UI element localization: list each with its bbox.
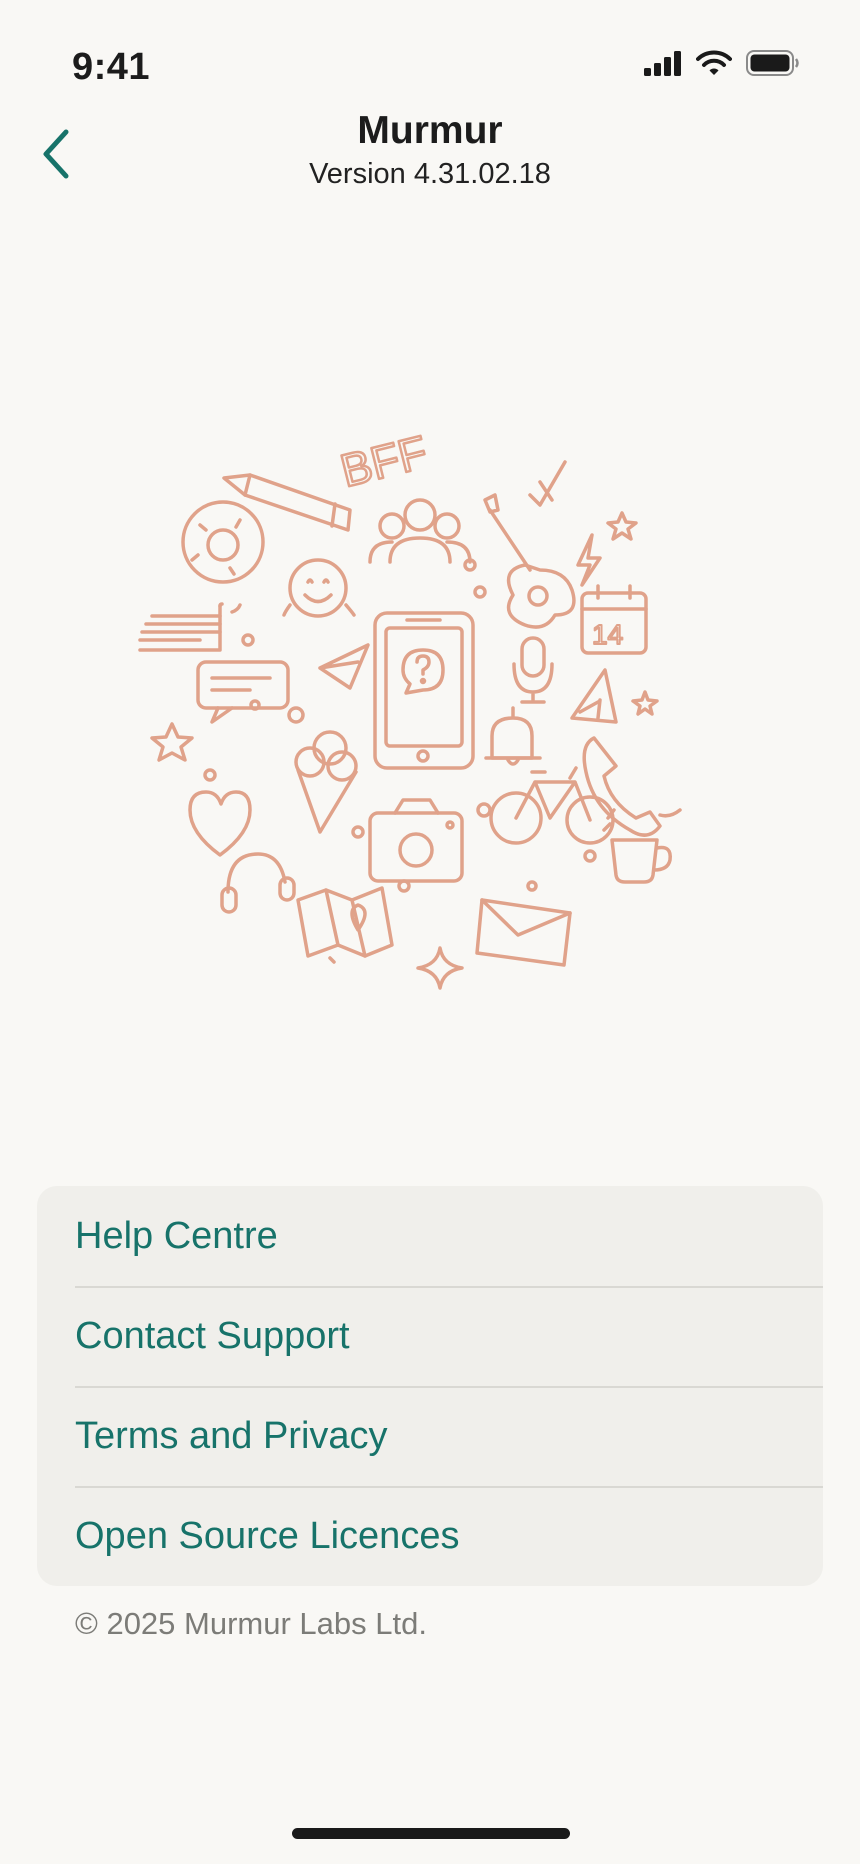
- phone-handset-icon: [582, 736, 662, 837]
- chat-bubble-icon: [196, 660, 305, 724]
- ice-cream-icon: [294, 730, 358, 834]
- camera-icon: [368, 798, 464, 883]
- lightning-icon: [576, 533, 602, 587]
- headphones-icon: [220, 852, 296, 914]
- menu-item-help-centre[interactable]: Help Centre: [37, 1186, 823, 1286]
- check-mark-icon: [528, 460, 567, 507]
- watermelon-icon: [570, 668, 618, 724]
- menu-item-contact-support[interactable]: Contact Support: [37, 1286, 823, 1386]
- coffee-cup-icon: [610, 838, 672, 884]
- guitar-icon: [483, 493, 576, 629]
- menu-item-label: Help Centre: [75, 1215, 278, 1257]
- calendar-date: 14: [592, 619, 623, 650]
- cellular-signal-icon: [644, 51, 681, 76]
- menu-item-label: Contact Support: [75, 1315, 350, 1357]
- battery-icon: [746, 50, 799, 76]
- donut-icon: [181, 500, 265, 584]
- sparkle-icon: [416, 946, 464, 990]
- bell-icon: [484, 706, 542, 766]
- bff-text: BFF: [335, 425, 432, 496]
- status-bar: 9:41: [0, 0, 860, 120]
- menu-item-label: Open Source Licences: [75, 1515, 460, 1557]
- status-icons: [644, 50, 800, 76]
- heart-icon: [188, 790, 252, 857]
- map-icon: [296, 886, 394, 958]
- home-indicator[interactable]: [292, 1828, 570, 1839]
- calendar-icon: 14: [580, 584, 648, 655]
- menu-item-open-source-licences[interactable]: Open Source Licences: [37, 1486, 823, 1586]
- status-time: 9:41: [72, 46, 151, 88]
- page-title: Murmur: [357, 108, 503, 152]
- pencil-icon: [222, 473, 352, 532]
- copyright-text: © 2025 Murmur Labs Ltd.: [75, 1606, 427, 1641]
- star-icon: [606, 511, 638, 541]
- menu-item-label: Terms and Privacy: [75, 1415, 388, 1457]
- version-label: Version 4.31.02.18: [309, 158, 551, 190]
- message-lines-icon: [138, 602, 224, 652]
- people-icon: [368, 498, 472, 564]
- microphone-icon: [512, 636, 554, 704]
- envelope-icon: [475, 898, 572, 967]
- bicycle-icon: [489, 766, 615, 845]
- paper-plane-icon: [318, 643, 370, 690]
- support-menu: Help Centre Contact Support Terms and Pr…: [37, 1186, 823, 1586]
- smiley-icon: [282, 558, 356, 618]
- phone-icon: [373, 611, 475, 770]
- doodle-illustration: BFF 14: [138, 424, 682, 990]
- menu-item-terms-privacy[interactable]: Terms and Privacy: [37, 1386, 823, 1486]
- wifi-icon: [696, 50, 732, 75]
